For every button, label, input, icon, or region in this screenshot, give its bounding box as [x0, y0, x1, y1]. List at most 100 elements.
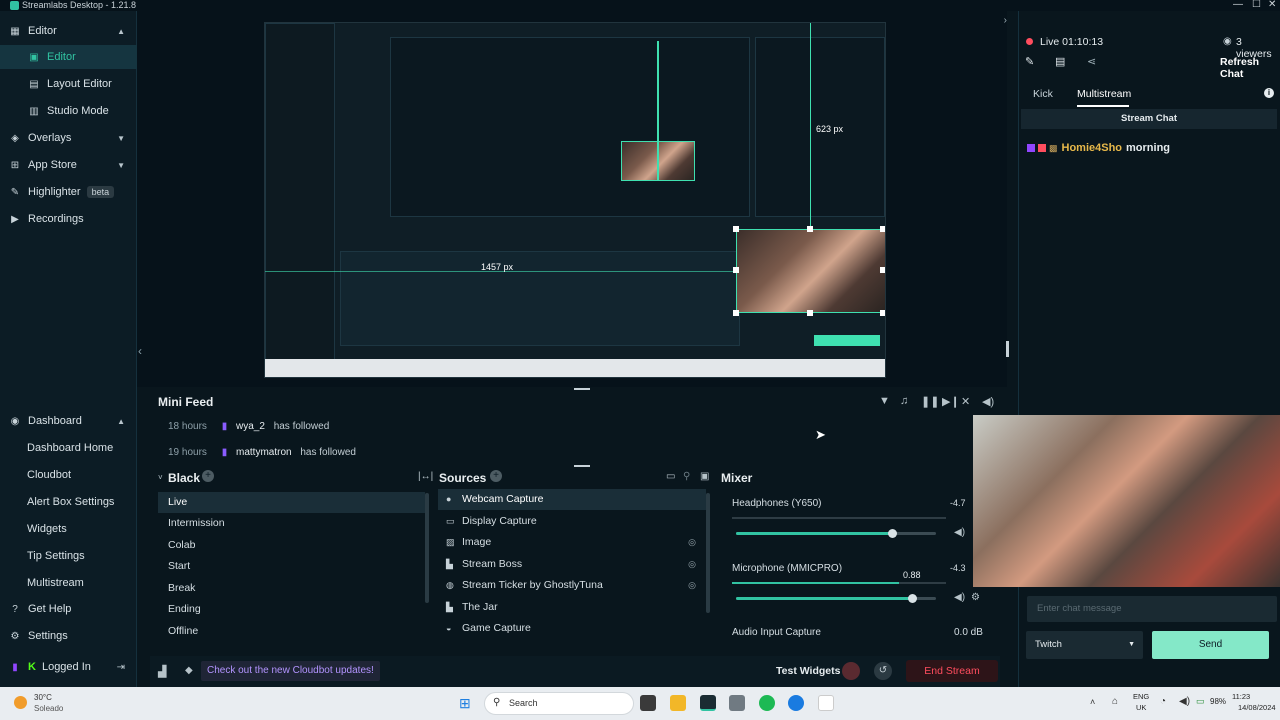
scene-item[interactable]: Live — [158, 492, 425, 513]
drag-handle[interactable] — [574, 388, 590, 390]
refresh-chat-button[interactable]: Refresh Chat — [1220, 56, 1280, 80]
slider-knob[interactable] — [908, 594, 917, 603]
skip-icon[interactable]: ▶❙ — [942, 395, 960, 408]
add-source-icon[interactable]: + — [490, 470, 502, 482]
sidebar-item-overlays[interactable]: ◈ Overlays ▼ — [0, 126, 137, 150]
visibility-icon[interactable]: ◎ — [688, 575, 696, 596]
transition-icon[interactable]: |↔| — [418, 471, 433, 482]
source-item[interactable]: ● Webcam Capture — [438, 489, 706, 510]
maximize-icon[interactable]: ☐ — [1252, 0, 1261, 10]
chevron-up-icon[interactable]: ▲ — [117, 417, 125, 426]
chevron-up-icon[interactable]: ˄ — [1090, 697, 1095, 707]
scene-item[interactable]: Start — [158, 556, 425, 577]
mute-alerts-icon[interactable]: ✕ — [961, 395, 970, 408]
scene-item[interactable]: Break — [158, 578, 425, 599]
sidebar-item-logged-in[interactable]: ▮ K Logged In ⇥ — [0, 655, 137, 679]
logout-icon[interactable]: ⇥ — [117, 662, 125, 673]
chevron-down-icon[interactable]: ▼ — [117, 134, 125, 143]
pause-icon[interactable]: ❚❚ — [921, 395, 939, 408]
resize-handle[interactable] — [880, 310, 885, 316]
add-scene-icon[interactable]: + — [202, 470, 214, 482]
notes-icon[interactable] — [818, 695, 834, 711]
chevron-left-icon[interactable]: ‹ — [138, 344, 142, 358]
sidebar-item-alert-box-settings[interactable]: Alert Box Settings — [0, 490, 137, 514]
scene-item[interactable]: Ending — [158, 599, 425, 620]
resize-handle[interactable] — [880, 267, 885, 273]
sidebar-item-highlighter[interactable]: ✎ Highlighter beta — [0, 180, 137, 204]
speaker-icon[interactable]: ◀) — [954, 527, 965, 538]
edge-icon[interactable] — [788, 695, 804, 711]
stats-icon[interactable]: ▟ — [158, 665, 166, 678]
end-stream-button[interactable]: End Stream — [906, 660, 998, 682]
sidebar-item-editor-group[interactable]: ▦ Editor ▲ — [0, 19, 137, 43]
info-icon[interactable]: i — [1264, 88, 1274, 98]
sidebar-item-recordings[interactable]: ▶ Recordings — [0, 207, 137, 231]
streamlabs-icon[interactable] — [700, 695, 716, 711]
network-icon[interactable]: ⌂ — [1112, 696, 1118, 707]
windows-start-icon[interactable]: ⊞ — [459, 695, 475, 711]
source-item[interactable]: ▨ Image ◎ — [438, 532, 706, 553]
scene-item[interactable]: Colab — [158, 535, 425, 556]
visibility-icon[interactable]: ◎ — [688, 554, 696, 575]
source-item[interactable]: ▙ The Jar — [438, 597, 706, 618]
minimize-icon[interactable]: — — [1233, 0, 1243, 10]
edit-icon[interactable]: ✎ — [1025, 55, 1034, 68]
clipboard-icon[interactable]: ▤ — [1055, 55, 1065, 68]
task-view-icon[interactable] — [640, 695, 656, 711]
folder-icon[interactable]: ▣ — [700, 471, 709, 482]
resize-handle[interactable] — [807, 310, 813, 316]
source-item[interactable]: ▭ Display Capture — [438, 511, 706, 532]
chevron-up-icon[interactable]: ▲ — [117, 27, 125, 36]
file-explorer-icon[interactable] — [670, 695, 686, 711]
headphones-volume-slider[interactable] — [736, 529, 936, 538]
source-item[interactable]: ▙ Stream Boss ◎ — [438, 554, 706, 575]
sidebar-item-studio-mode[interactable]: ▥ Studio Mode — [0, 99, 137, 123]
source-item[interactable]: ◒ Game Capture — [438, 618, 706, 639]
send-button[interactable]: Send — [1152, 631, 1269, 659]
battery-icon[interactable]: ▭ — [1196, 696, 1205, 707]
sidebar-item-cloudbot[interactable]: Cloudbot — [0, 463, 137, 487]
language-indicator[interactable]: ENG — [1133, 692, 1149, 701]
sidebar-item-layout-editor[interactable]: ▤ Layout Editor — [0, 72, 137, 96]
chat-input[interactable]: Enter chat message — [1027, 596, 1277, 622]
share-icon[interactable]: ⋖ — [1087, 55, 1096, 68]
settings-app-icon[interactable] — [729, 695, 745, 711]
webcam-source[interactable] — [736, 229, 885, 313]
resize-handle[interactable] — [1006, 341, 1009, 357]
close-icon[interactable]: ✕ — [1268, 0, 1276, 10]
scene-item[interactable]: Offline — [158, 621, 425, 642]
source-item[interactable]: ◍ Stream Ticker by GhostlyTuna ◎ — [438, 575, 706, 596]
sidebar-item-multistream[interactable]: Multistream — [0, 571, 137, 595]
sidebar-item-app-store[interactable]: ⊞ App Store ▼ — [0, 153, 137, 177]
weather-desc[interactable]: Soleado — [34, 704, 63, 713]
scrollbar[interactable] — [425, 493, 429, 603]
microphone-volume-slider[interactable] — [736, 594, 936, 603]
replay-buffer-icon[interactable]: ↺ — [874, 662, 892, 680]
scene-item[interactable]: Intermission — [158, 513, 425, 534]
slider-knob[interactable] — [888, 529, 897, 538]
sidebar-item-widgets[interactable]: Widgets — [0, 517, 137, 541]
source-link-icon[interactable]: ⚲ — [683, 471, 690, 482]
collapse-chat-chevron-icon[interactable]: › — [1004, 15, 1007, 26]
scene-collection-title[interactable]: Black — [168, 471, 200, 485]
sidebar-item-dashboard-home[interactable]: Dashboard Home — [0, 436, 137, 460]
resize-handle[interactable] — [733, 267, 739, 273]
resize-handle[interactable] — [733, 310, 739, 316]
chevron-down-icon[interactable]: ˅ — [158, 473, 163, 482]
notification-icon[interactable]: ◆ — [185, 665, 193, 676]
tab-kick[interactable]: Kick — [1033, 88, 1053, 100]
wifi-icon[interactable]: ◔ — [1160, 696, 1166, 707]
sidebar-item-tip-settings[interactable]: Tip Settings — [0, 544, 137, 568]
sidebar-item-dashboard[interactable]: ◉ Dashboard ▲ — [0, 409, 137, 433]
speaker-icon[interactable]: ◀) — [954, 592, 965, 603]
spotify-icon[interactable] — [759, 695, 775, 711]
tab-multistream[interactable]: Multistream — [1077, 88, 1131, 100]
weather-temp[interactable]: 30°C — [34, 693, 52, 702]
sidebar-item-get-help[interactable]: ? Get Help — [0, 597, 137, 621]
cloudbot-notice[interactable]: Check out the new Cloudbot updates! — [201, 661, 380, 681]
visibility-icon[interactable]: ◎ — [688, 532, 696, 553]
sidebar-item-editor[interactable]: ▣ Editor — [0, 45, 137, 69]
clock-time[interactable]: 11:23 — [1232, 692, 1250, 701]
test-widgets-button[interactable]: Test Widgets — [776, 665, 840, 677]
resize-handle[interactable] — [733, 226, 739, 232]
